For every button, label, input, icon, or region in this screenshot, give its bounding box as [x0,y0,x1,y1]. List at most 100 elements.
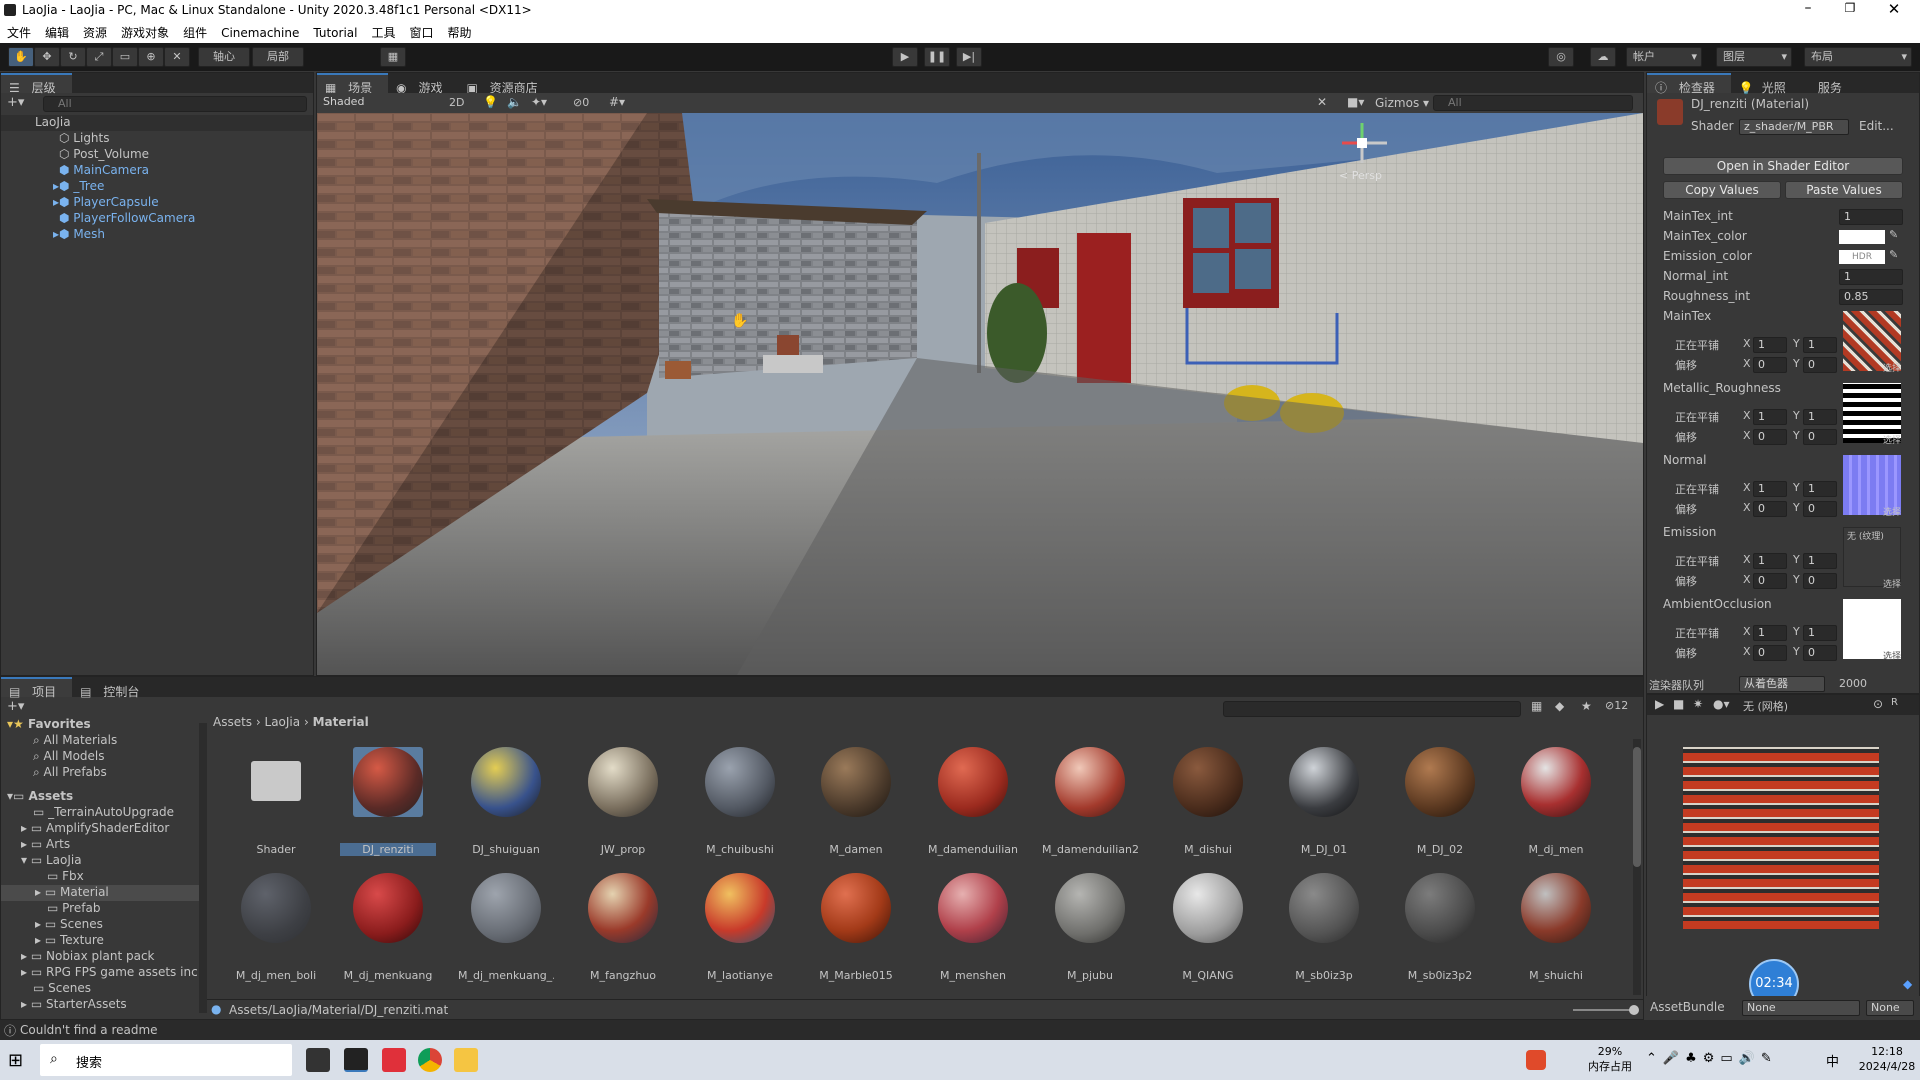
chrome-icon[interactable] [418,1048,442,1072]
prop-roughness-int-field[interactable]: 0.85 [1839,289,1903,305]
texture-select-button[interactable]: 选择 [1883,649,1901,662]
offset-y-field[interactable]: 0 [1803,429,1837,445]
favorite-star-icon[interactable]: ★ [1581,699,1592,713]
hierarchy-item-lights[interactable]: ⬡ Lights [1,131,110,147]
tiling-x-field[interactable]: 1 [1753,625,1787,641]
memory-widget[interactable]: 29% 内存占用 [1580,1044,1640,1076]
status-message[interactable]: Couldn't find a readme [20,1023,158,1037]
menu-component[interactable]: 组件 [176,22,214,43]
asset-m-chuibushi[interactable] [705,747,775,817]
texture-select-button[interactable]: 选择 [1883,433,1901,446]
scale-tool-button[interactable]: ⤢ [86,47,112,67]
asset-m-marble015[interactable] [821,873,891,943]
texture-select-button[interactable]: 选择 [1883,577,1901,590]
layers-dropdown[interactable]: 图层 ▾ [1716,47,1792,67]
asset-shader-folder[interactable] [241,747,311,817]
youdao-icon[interactable] [382,1048,406,1072]
account-dropdown[interactable]: 帐户 ▾ [1626,47,1702,67]
hidden-objects-toggle[interactable]: ⊘0 [573,96,589,109]
asset-m-dj-02[interactable] [1405,747,1475,817]
offset-x-field[interactable]: 0 [1753,357,1787,373]
custom-tool-button[interactable]: ✕ [164,47,190,67]
tree-scrollbar[interactable] [199,723,207,1013]
gizmos-dropdown[interactable]: Gizmos ▾ [1375,96,1429,110]
menu-tutorial[interactable]: Tutorial [306,24,364,42]
open-shader-editor-button[interactable]: Open in Shader Editor [1663,157,1903,175]
taskbar-search[interactable]: ⌕ 搜索 [40,1044,292,1076]
maintex-color-swatch[interactable] [1839,230,1885,244]
asset-dj-renziti[interactable] [353,747,423,817]
persp-label[interactable]: < Persp [1339,169,1382,182]
favorites-header[interactable]: ▾★ Favorites [1,717,91,733]
hierarchy-item-mesh[interactable]: ▸⬢ Mesh [1,227,105,243]
folder-texture[interactable]: ▸ ▭ Texture [1,933,104,949]
offset-y-field[interactable]: 0 [1803,645,1837,661]
tab-console[interactable]: ▤ 控制台 [72,677,155,699]
favorite-all-models[interactable]: ⌕ All Models [1,749,105,765]
project-search-input[interactable] [1223,701,1521,717]
tiling-y-field[interactable]: 1 [1803,625,1837,641]
hierarchy-search-input[interactable]: All [43,96,307,112]
slider-handle[interactable] [1629,1005,1639,1015]
assets-header[interactable]: ▾▭ Assets [1,789,73,805]
label-filter-icon[interactable]: ◆ [1555,699,1564,713]
preview-mesh-field[interactable]: 无 (网格) [1743,698,1788,714]
folder-scenes[interactable]: ▸ ▭ Scenes [1,917,103,933]
assetbundle-variant-dropdown[interactable]: None [1866,1000,1914,1016]
grid-snap-button[interactable]: ▦ [380,47,406,67]
collab-icon[interactable]: ◎ [1548,47,1574,67]
create-button[interactable]: +▾ [7,699,24,714]
asset-m-damen[interactable] [821,747,891,817]
folder-starter-assets[interactable]: ▸ ▭ StarterAssets [1,997,127,1013]
tiling-y-field[interactable]: 1 [1803,553,1837,569]
minimize-button[interactable]: – [1796,0,1820,22]
copy-values-button[interactable]: Copy Values [1663,181,1781,199]
menu-file[interactable]: 文件 [0,22,38,43]
offset-y-field[interactable]: 0 [1803,357,1837,373]
play-button[interactable]: ▶ [892,47,918,67]
add-button[interactable]: +▾ [7,95,24,110]
texture-select-button[interactable]: 选择 [1883,505,1901,518]
folder-laojia[interactable]: ▾ ▭ LaoJia [1,853,82,869]
hierarchy-item-tree[interactable]: ▸⬢ _Tree [1,179,104,195]
texture-select-button[interactable]: 选择 [1883,361,1901,374]
tiling-x-field[interactable]: 1 [1753,553,1787,569]
asset-m-sb0iz3p[interactable] [1289,873,1359,943]
folder-scenes-root[interactable]: ▭ Scenes [1,981,91,997]
thumbnail-size-slider[interactable] [1573,1005,1639,1015]
ime-indicator[interactable]: 中 [1826,1051,1839,1070]
render-queue-mode-dropdown[interactable]: 从着色器 [1739,676,1825,692]
lighting-toggle-icon[interactable]: 💡 [483,95,498,109]
favorite-all-prefabs[interactable]: ⌕ All Prefabs [1,765,107,781]
asset-m-shuichi[interactable] [1521,873,1591,943]
light-preview-icon[interactable]: ✷ [1693,697,1703,711]
asset-m-menshen[interactable] [938,873,1008,943]
offset-x-field[interactable]: 0 [1753,645,1787,661]
pivot-toggle[interactable]: 轴心 [198,47,250,67]
asset-m-dj-01[interactable] [1289,747,1359,817]
stop-preview-icon[interactable]: ■ [1673,697,1684,711]
tab-lighting[interactable]: 💡 光照 [1731,73,1802,95]
breadcrumb-laojia[interactable]: LaoJia [265,715,301,729]
cloud-icon[interactable]: ☁ [1590,47,1616,67]
shader-edit-button[interactable]: Edit... [1859,119,1894,133]
folder-arts[interactable]: ▸ ▭ Arts [1,837,70,853]
asset-m-fangzhuo[interactable] [588,873,658,943]
tray-icons[interactable]: ⌃🎤♣⚙▭🔊✎ [1646,1051,1778,1066]
audio-toggle-icon[interactable]: 🔈 [507,95,522,109]
maximize-button[interactable]: ❐ [1838,1,1862,21]
tab-hierarchy[interactable]: ☰ 层级 [1,73,72,95]
paste-values-button[interactable]: Paste Values [1785,181,1903,199]
bookmark-icon[interactable]: ◆ [1903,977,1912,991]
render-queue-value[interactable]: 2000 [1839,677,1867,690]
scrollbar-thumb[interactable] [1633,747,1641,867]
folder-prefab[interactable]: ▭ Prefab [1,901,100,917]
asset-m-dj-men[interactable] [1521,747,1591,817]
effects-toggle-icon[interactable]: ✦▾ [531,95,547,109]
filter-type-icon[interactable]: ▦ [1531,699,1542,713]
offset-y-field[interactable]: 0 [1803,573,1837,589]
clock[interactable]: 12:18 2024/4/28 [1858,1044,1916,1074]
tiling-y-field[interactable]: 1 [1803,481,1837,497]
preview-settings-icon[interactable]: ⊙ [1873,697,1883,711]
folder-terrain-auto-upgrade[interactable]: ▭ _TerrainAutoUpgrade [1,805,174,821]
